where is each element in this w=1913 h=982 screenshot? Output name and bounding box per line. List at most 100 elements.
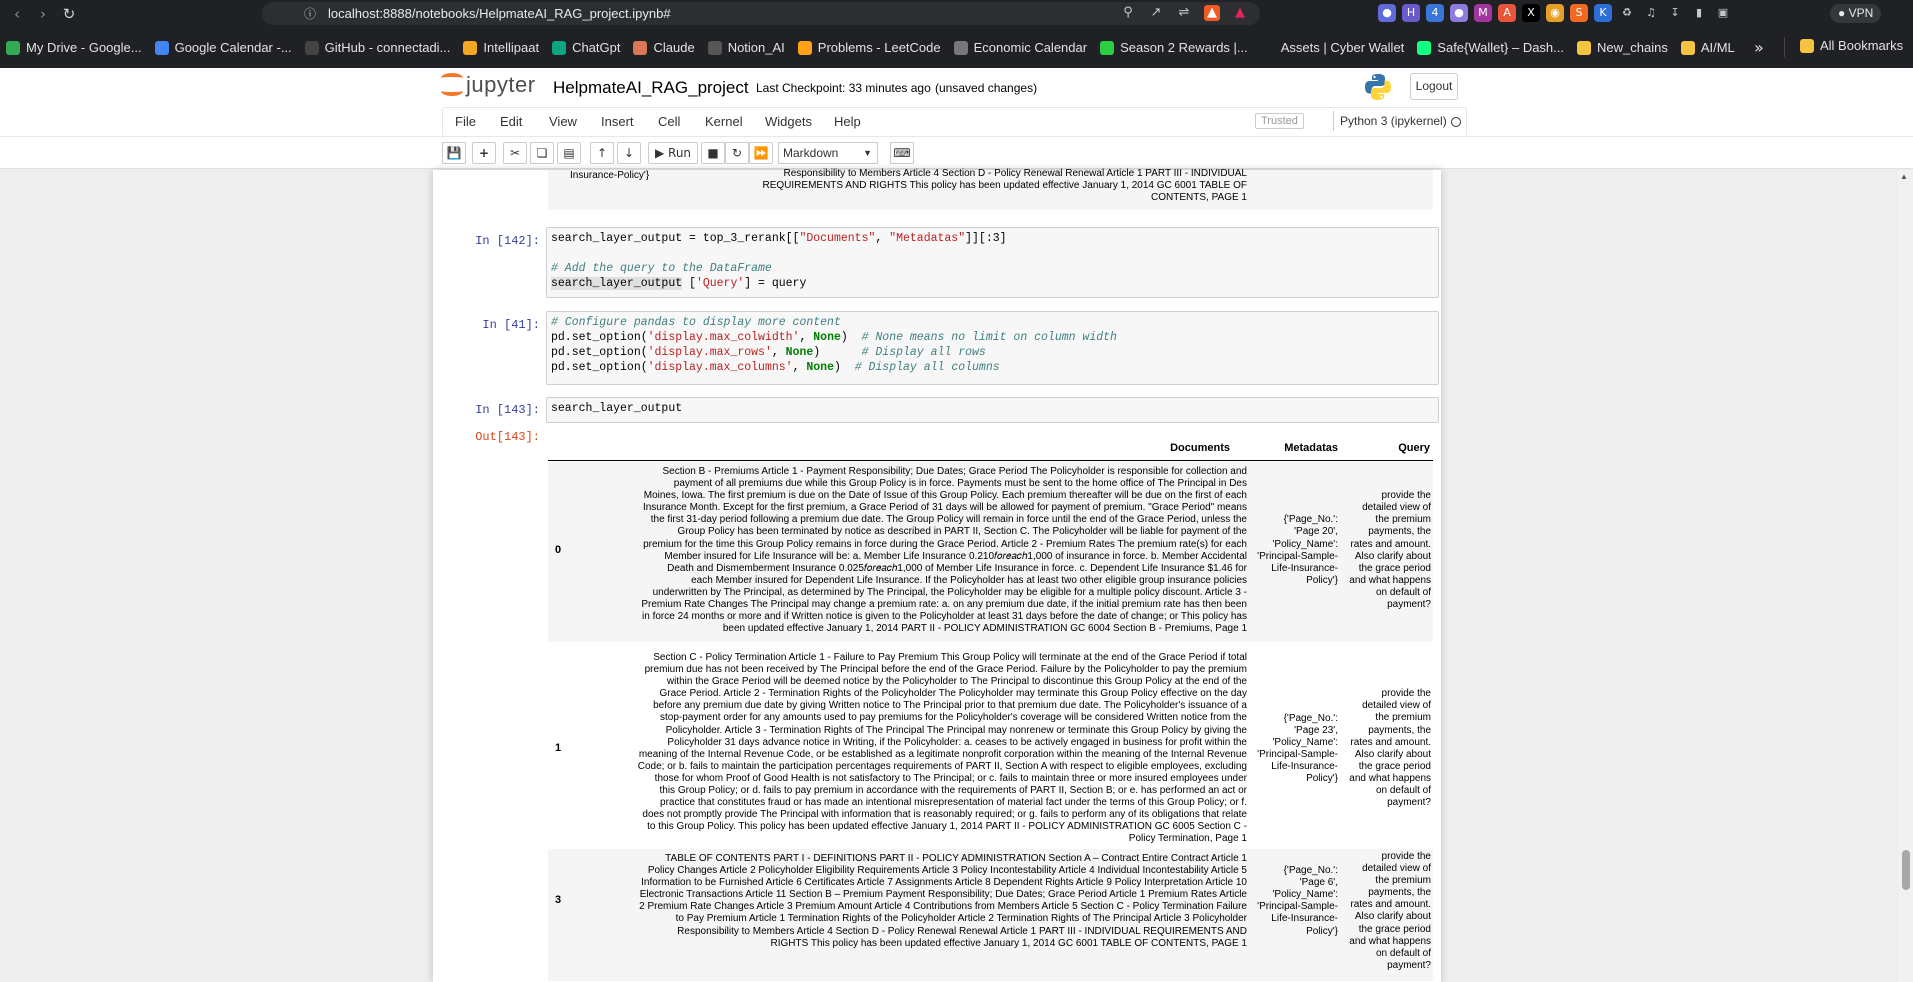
bookmark-label: GitHub - connectadi... [324,40,451,55]
more-bookmarks-icon[interactable]: » [1754,38,1764,57]
move-down-icon[interactable]: ↓ [617,142,641,164]
logout-button[interactable]: Logout [1410,73,1458,100]
extension-icon[interactable]: S [1570,4,1588,22]
reload-icon[interactable]: ↻ [56,5,82,23]
extension-icon[interactable]: H [1402,4,1420,22]
text-line: the premium [1375,712,1431,724]
bookmark-item[interactable]: Notion_AI [707,40,785,55]
menu-edit[interactable]: Edit [500,114,522,129]
share-icon[interactable]: ↗ [1148,5,1164,21]
text-line: 'Principal-Sample- [1257,550,1338,562]
menu-help[interactable]: Help [834,114,861,129]
extension-icon[interactable]: M [1474,4,1492,22]
copy-icon[interactable]: ❏ [530,142,554,164]
bookmark-item[interactable]: Season 2 Rewards |... [1100,40,1248,55]
extension-icon[interactable]: ● [1378,4,1396,22]
bookmark-label: AI/ML [1700,40,1735,55]
run-button[interactable]: ▶ Run [648,142,698,164]
menu-cell[interactable]: Cell [658,114,680,129]
document-cell: Section B - Premiums Article 1 - Payment… [570,466,1247,635]
code-line: search_layer_output = top_3_rerank[["Doc… [551,232,1007,245]
bookmark-item[interactable]: New_chains [1577,40,1668,55]
url-text[interactable]: localhost:8888/notebooks/HelpmateAI_RAG_… [328,6,671,21]
output-prompt: Out[143]: [475,430,540,444]
code-cell[interactable]: search_layer_output = top_3_rerank[["Doc… [546,227,1439,298]
text-line: does not promptly provide The Principal … [642,809,1247,821]
extension-icon[interactable]: A [1498,4,1516,22]
back-icon[interactable]: ‹ [4,5,30,23]
text-line: provide the [1381,851,1431,862]
extension-icon[interactable]: 4 [1426,4,1444,22]
text-line: detailed view of [1362,863,1431,875]
rewards-icon [1100,40,1115,55]
menu-file[interactable]: File [455,114,476,129]
cell-type-select[interactable]: Markdown ▼ [778,142,878,164]
download-icon[interactable]: ↧ [1666,4,1684,22]
notebook-name[interactable]: HelpmateAI_RAG_project [553,78,749,98]
save-icon[interactable]: 💾 [442,142,466,164]
text-line: Code; or b. fails to maintain the partic… [637,760,1247,772]
interrupt-icon[interactable]: ■ [701,142,725,164]
text-line: the premium [1375,875,1431,887]
text-line: 'Principal-Sample- [1257,748,1338,760]
bookmark-item[interactable]: GitHub - connectadi... [304,40,451,55]
extension-icon[interactable]: ◉ [1546,4,1564,22]
bookmark-item[interactable]: Claude [633,40,695,55]
restart-run-all-icon[interactable]: ⏩ [749,142,773,164]
bookmark-item[interactable]: My Drive - Google... [6,40,142,55]
media-icon[interactable]: ♫ [1642,4,1660,22]
bookmark-item[interactable]: Google Calendar -... [154,40,292,55]
text-line: detailed view of [1362,700,1431,712]
menu-insert[interactable]: Insert [601,114,634,129]
bookmark-label: Safe{Wallet} – Dash... [1437,40,1564,55]
move-up-icon[interactable]: ↑ [590,142,614,164]
bookmark-item[interactable]: ChatGpt [552,40,620,55]
text-line: Policy Termination, Page 1 [1128,833,1247,845]
code-cell[interactable]: search_layer_output [546,397,1439,423]
column-header-documents: Documents [1170,442,1230,454]
kernel-name[interactable]: Python 3 (ipykernel) [1340,114,1447,128]
address-bar[interactable]: ⓘ localhost:8888/notebooks/HelpmateAI_RA… [262,2,1260,25]
all-bookmarks[interactable]: All Bookmarks [1800,38,1903,53]
extension-icon[interactable]: X [1522,4,1540,22]
query-cell: provide the detailed view of the premium pa… [1338,851,1431,972]
sidebar-icon[interactable]: ▮ [1690,4,1708,22]
site-info-icon[interactable]: ⓘ [304,5,316,22]
forward-icon[interactable]: › [30,5,56,23]
bookmarks-bar: My Drive - Google... Google Calendar -...… [0,27,1913,68]
restart-icon[interactable]: ↻ [725,142,749,164]
extensions-puzzle-icon[interactable]: ♻ [1618,4,1636,22]
text-line: rates and amount. [1350,736,1431,748]
vpn-button[interactable]: ● VPN [1830,4,1882,23]
text-line: Policy'} [1306,925,1338,937]
bookmark-item[interactable]: Problems - LeetCode [797,40,941,55]
copy-link-icon[interactable]: ⇌ [1176,5,1192,21]
text-line: each Member insured for Dependent Life I… [691,574,1247,586]
zoom-icon[interactable]: ⚲ [1120,5,1136,21]
bookmark-item[interactable]: Assets | Cyber Wallet [1260,40,1404,55]
scroll-up-icon[interactable]: ▲ [1900,172,1908,181]
wallet-icon[interactable]: ▣ [1714,4,1732,22]
bookmark-item[interactable]: Economic Calendar [953,40,1087,55]
menu-view[interactable]: View [549,114,577,129]
bookmark-item[interactable]: Safe{Wallet} – Dash... [1417,40,1564,55]
bookmark-label: Notion_AI [727,40,785,55]
command-palette-icon[interactable]: ⌨ [890,142,914,164]
extension-icon[interactable]: K [1594,4,1612,22]
brave-rewards-icon[interactable]: ▲ [1232,5,1248,21]
code-cell[interactable]: # Configure pandas to display more conte… [546,311,1439,385]
menu-kernel[interactable]: Kernel [705,114,743,129]
row-index: 3 [554,894,562,907]
extension-icon[interactable]: ● [1450,4,1468,22]
brave-shields-icon[interactable]: ▲ [1204,5,1220,21]
bookmark-item[interactable]: AI/ML [1680,40,1735,55]
text-line: the grace period [1358,923,1431,935]
cut-icon[interactable]: ✂ [503,142,527,164]
jupyter-logo[interactable]: jupyter [441,71,536,99]
bookmark-item[interactable]: Intellipaat [463,40,539,55]
insert-cell-icon[interactable]: + [472,142,496,164]
trusted-badge[interactable]: Trusted [1255,113,1304,129]
scrollbar-thumb[interactable] [1902,850,1910,890]
paste-icon[interactable]: ▤ [557,142,581,164]
menu-widgets[interactable]: Widgets [765,114,812,129]
